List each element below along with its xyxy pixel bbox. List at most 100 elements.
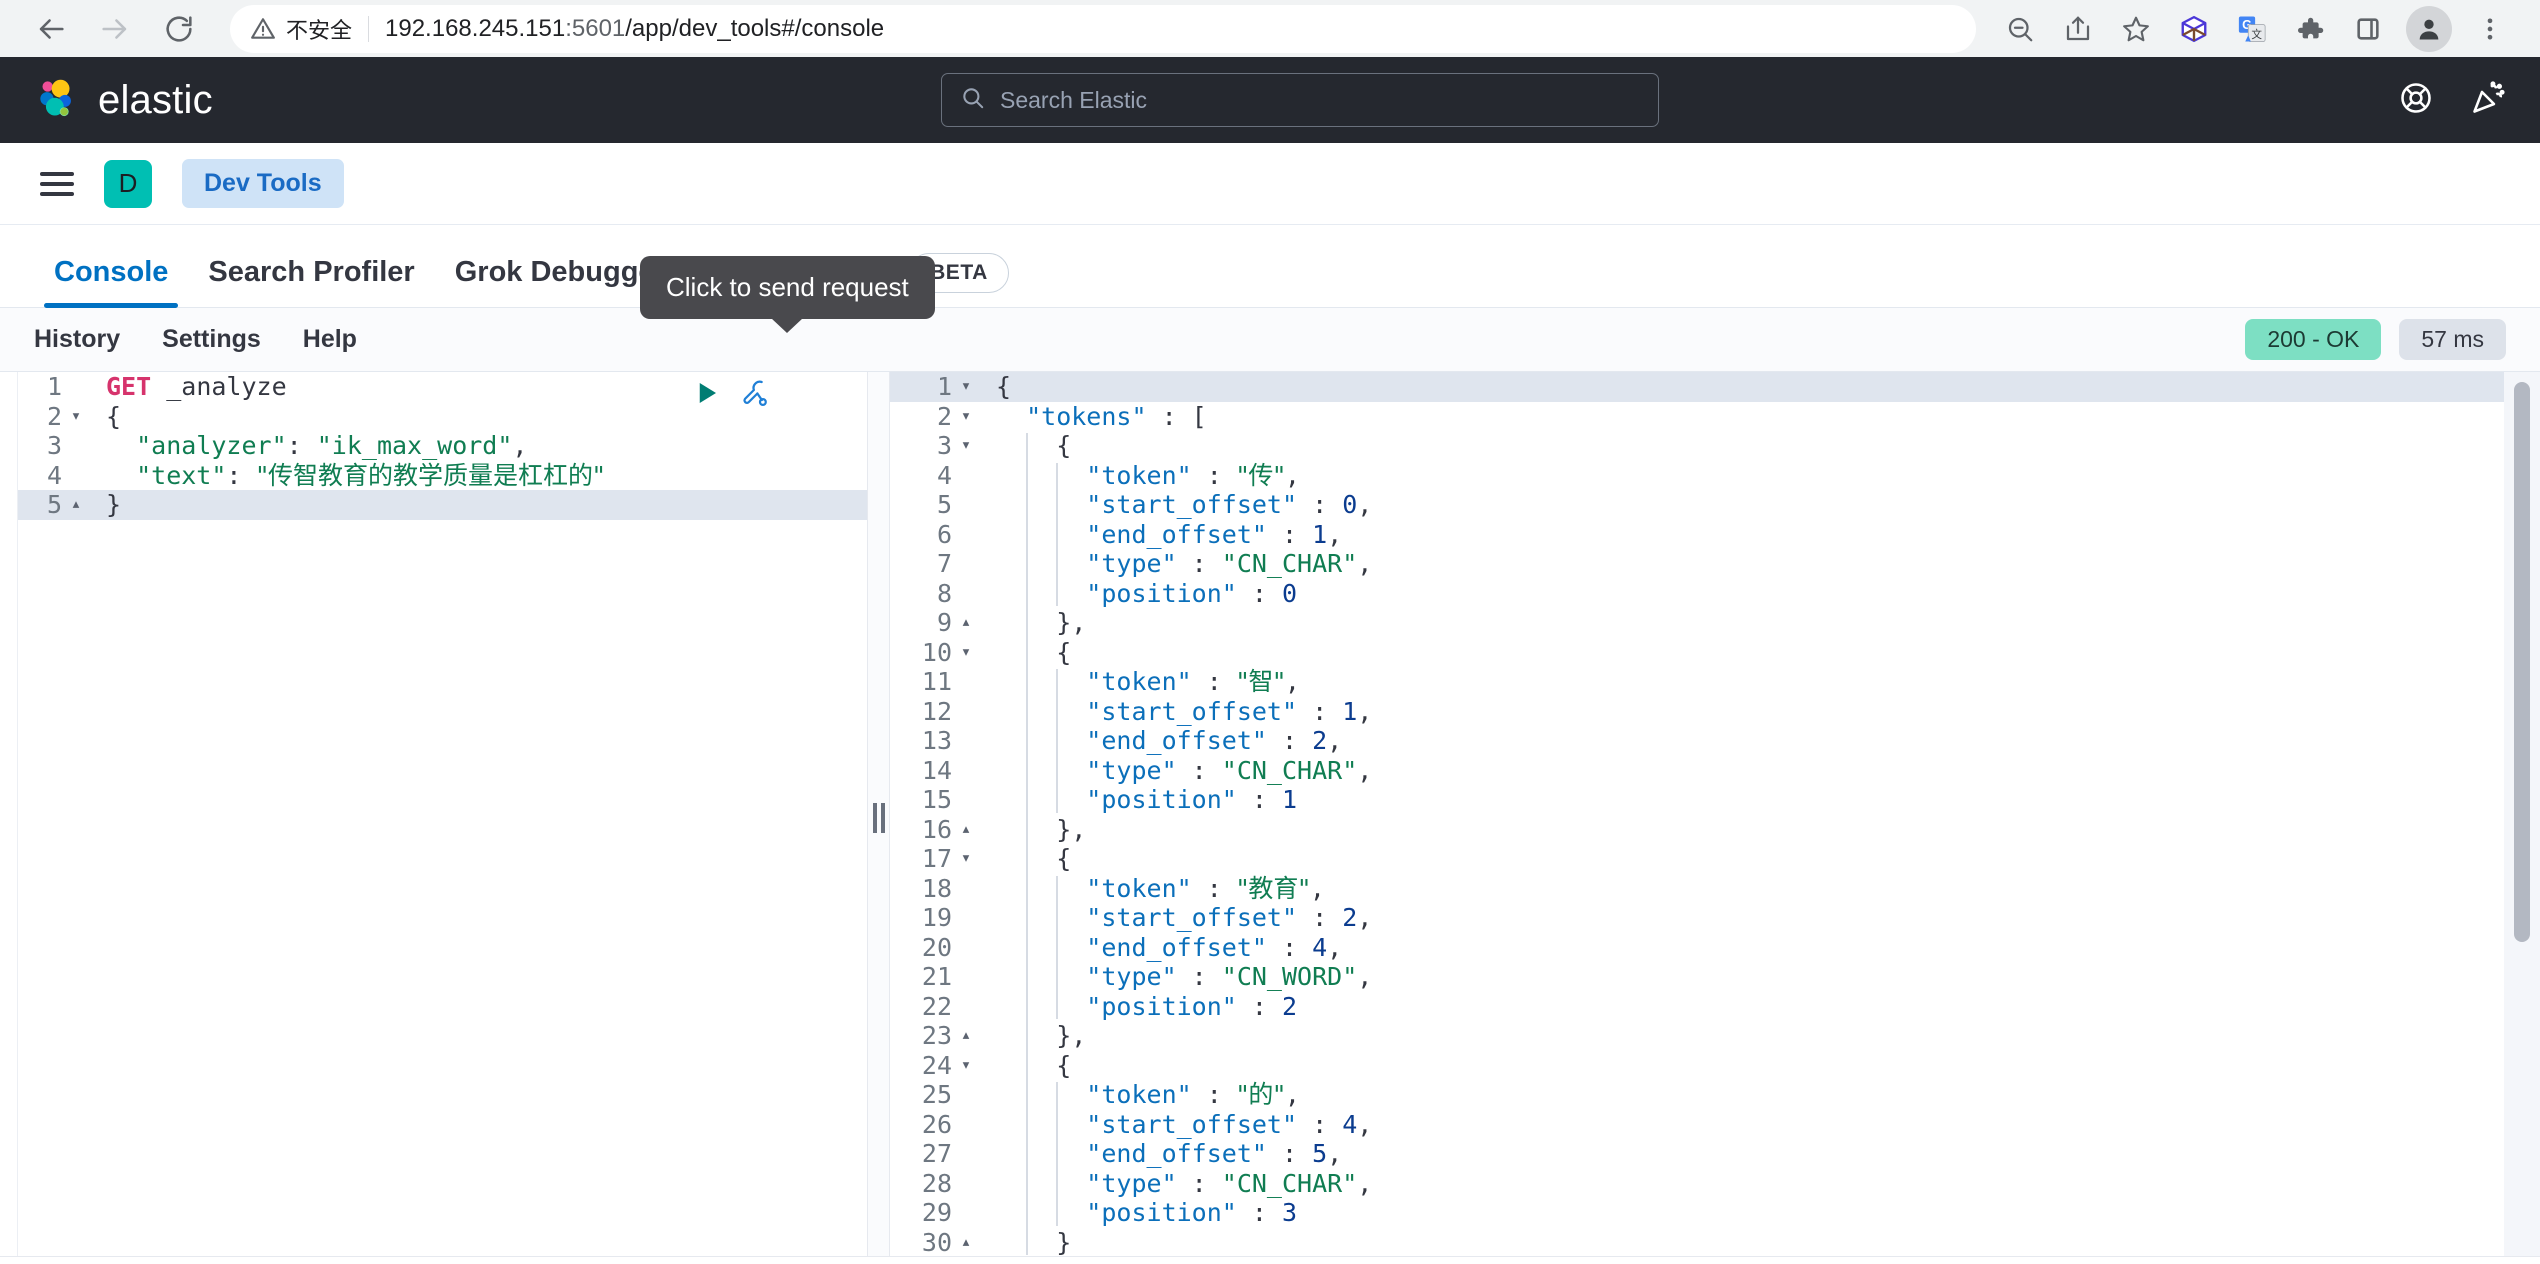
elastic-logo-link[interactable]: elastic [34, 75, 213, 126]
zoom-out-icon[interactable] [1992, 1, 2048, 57]
news-celebration-icon[interactable] [2470, 80, 2506, 121]
code-line[interactable]: 23 ▴ }, [890, 1021, 2540, 1051]
code-line[interactable]: 5 "start_offset" : 0, [890, 490, 2540, 520]
space-avatar[interactable]: D [104, 159, 152, 208]
fold-toggle-icon[interactable]: ▴ [68, 496, 84, 513]
line-number: 29 [921, 1198, 952, 1227]
code-line[interactable]: 2 ▾ "tokens" : [ [890, 402, 2540, 432]
play-send-request-icon[interactable] [691, 378, 721, 413]
address-bar[interactable]: 不安全 192.168.245.151:5601/app/dev_tools#/… [230, 4, 1976, 53]
code-line[interactable]: 3 "analyzer": "ik_max_word", [0, 431, 867, 461]
history-button[interactable]: History [34, 325, 120, 354]
code-text: }, [996, 814, 1087, 844]
request-editor[interactable]: 1 GET _analyze 2 ▾{3 "analyzer": "ik_max_wo… [0, 372, 868, 1264]
fold-toggle-icon[interactable]: ▴ [958, 1233, 974, 1251]
console-toolbar: History Settings Help Click to send requ… [0, 256, 2540, 372]
code-text: "token" : "教育", [996, 873, 1325, 903]
reload-icon[interactable] [150, 0, 208, 58]
editor-left-rail [0, 372, 18, 1264]
code-line[interactable]: 22 "position" : 2 [890, 992, 2540, 1022]
back-arrow-icon[interactable] [22, 0, 80, 58]
indent-guide [1056, 669, 1059, 813]
fold-toggle-icon[interactable]: ▾ [958, 437, 974, 454]
fold-toggle-icon[interactable]: ▾ [68, 407, 84, 425]
help-button[interactable]: Help [303, 325, 357, 354]
code-line[interactable]: 16 ▴ }, [890, 815, 2540, 845]
breadcrumb-dev-tools[interactable]: Dev Tools [182, 159, 344, 208]
indent-guide [1056, 875, 1059, 1019]
code-line[interactable]: 4 "text": "传智教育的教学质量是杠杠的" [0, 461, 867, 491]
response-scrollbar-thumb[interactable] [2514, 382, 2530, 942]
code-line[interactable]: 18 "token" : "教育", [890, 874, 2540, 904]
search-input[interactable]: Search Elastic [941, 73, 1659, 127]
code-line[interactable]: 13 "end_offset" : 2, [890, 726, 2540, 756]
code-text: "start_offset" : 0, [996, 490, 1373, 519]
code-text: "start_offset" : 1, [996, 696, 1373, 726]
forward-arrow-icon[interactable] [86, 0, 144, 58]
share-icon[interactable] [2050, 1, 2106, 57]
response-editor[interactable]: 1 ▾ {2 ▾ "tokens" : [3 ▾ {4 "token" : "传", 5 … [890, 372, 2540, 1264]
code-text: "position" : 2 [996, 991, 1298, 1021]
pane-splitter[interactable] [868, 372, 890, 1264]
code-line[interactable]: 4 "token" : "传", [890, 461, 2540, 491]
code-text: "text": "传智教育的教学质量是杠杠的" [106, 460, 605, 490]
code-line[interactable]: 27 "end_offset" : 5, [890, 1139, 2540, 1169]
code-line[interactable]: 30 ▴ } [890, 1228, 2540, 1258]
help-lifebuoy-icon[interactable] [2398, 80, 2434, 121]
bookmark-star-icon[interactable] [2108, 1, 2164, 57]
profile-avatar-icon[interactable] [2406, 5, 2452, 52]
fold-toggle-icon[interactable]: ▾ [958, 850, 974, 867]
fold-toggle-icon[interactable]: ▾ [958, 643, 974, 661]
code-line[interactable]: 17 ▾ { [890, 844, 2540, 874]
code-line[interactable]: 28 "type" : "CN_CHAR", [890, 1169, 2540, 1199]
wrench-context-menu-icon[interactable] [741, 378, 771, 413]
line-number: 9 ▴ [890, 608, 982, 638]
code-line[interactable]: 24 ▾ { [890, 1051, 2540, 1081]
tab-search-profiler[interactable]: Search Profiler [188, 256, 434, 307]
code-line[interactable]: 9 ▴ }, [890, 608, 2540, 638]
more-menu-icon[interactable] [2462, 1, 2518, 57]
code-text: "tokens" : [ [996, 401, 1207, 431]
code-line[interactable]: 7 "type" : "CN_CHAR", [890, 549, 2540, 579]
code-line[interactable]: 5 ▴} [0, 490, 867, 520]
code-line[interactable]: 25 "token" : "的", [890, 1080, 2540, 1110]
code-line[interactable]: 15 "position" : 1 [890, 785, 2540, 815]
code-line[interactable]: 26 "start_offset" : 4, [890, 1110, 2540, 1140]
code-line[interactable]: 20 "end_offset" : 4, [890, 933, 2540, 963]
code-text: } [106, 490, 122, 519]
editor-bottom-edge [0, 1256, 2540, 1264]
code-line[interactable]: 12 "start_offset" : 1, [890, 697, 2540, 727]
response-scrollbar-track[interactable] [2504, 372, 2540, 1264]
fold-toggle-icon[interactable]: ▴ [958, 820, 974, 838]
code-text: }, [996, 608, 1087, 637]
fold-toggle-icon[interactable]: ▾ [958, 1056, 974, 1074]
code-line[interactable]: 21 "type" : "CN_WORD", [890, 962, 2540, 992]
fold-toggle-icon[interactable]: ▴ [958, 614, 974, 631]
url-text: 192.168.245.151:5601/app/dev_tools#/cons… [385, 14, 885, 42]
line-number: 27 [921, 1139, 952, 1168]
line-number: 5 [936, 490, 952, 519]
code-text: "position" : 3 [996, 1198, 1298, 1227]
code-line[interactable]: 3 ▾ { [890, 431, 2540, 461]
request-action-icons [691, 378, 771, 413]
code-line[interactable]: 19 "start_offset" : 2, [890, 903, 2540, 933]
fold-toggle-icon[interactable]: ▴ [958, 1027, 974, 1044]
puzzle-extensions-icon[interactable] [2282, 1, 2338, 57]
hamburger-menu-icon[interactable] [40, 171, 74, 196]
code-line[interactable]: 14 "type" : "CN_CHAR", [890, 756, 2540, 786]
code-line[interactable]: 1 ▾ { [890, 372, 2540, 402]
browser-toolbar: 不安全 192.168.245.151:5601/app/dev_tools#/… [0, 0, 2540, 57]
code-line[interactable]: 8 "position" : 0 [890, 579, 2540, 609]
response-code[interactable]: 1 ▾ {2 ▾ "tokens" : [3 ▾ {4 "token" : "传", 5 … [890, 372, 2540, 1257]
fold-toggle-icon[interactable]: ▾ [958, 407, 974, 425]
fold-toggle-icon[interactable]: ▾ [958, 378, 974, 395]
side-panel-icon[interactable] [2340, 1, 2396, 57]
tab-console[interactable]: Console [34, 256, 188, 308]
google-translate-icon[interactable]: G文 [2224, 1, 2280, 57]
code-line[interactable]: 6 "end_offset" : 1, [890, 520, 2540, 550]
cube-extension-icon[interactable] [2166, 1, 2222, 57]
code-line[interactable]: 10 ▾ { [890, 638, 2540, 668]
code-line[interactable]: 11 "token" : "智", [890, 667, 2540, 697]
code-line[interactable]: 29 "position" : 3 [890, 1198, 2540, 1228]
settings-button[interactable]: Settings [162, 325, 261, 354]
